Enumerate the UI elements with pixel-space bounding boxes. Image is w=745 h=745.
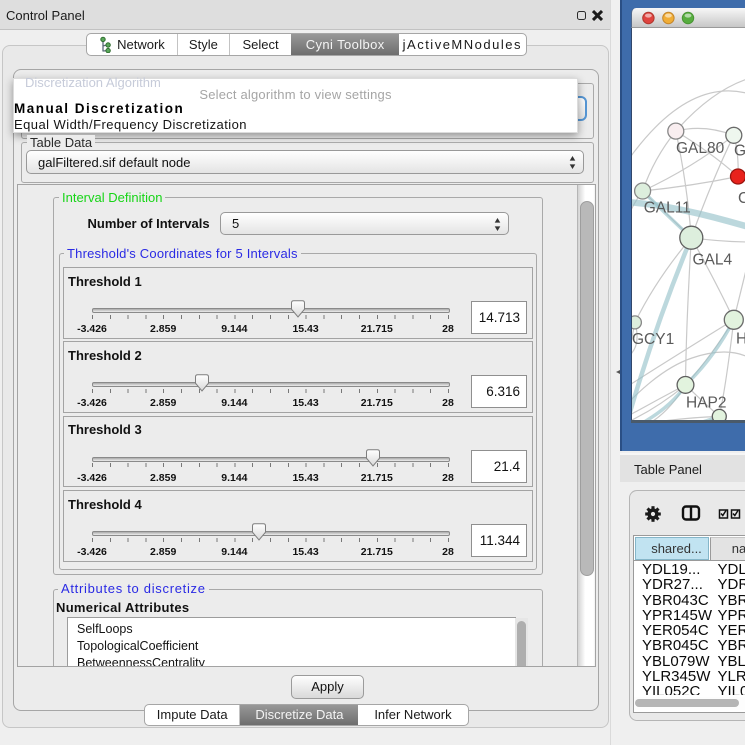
svg-text:GCY1: GCY1 bbox=[632, 331, 674, 348]
svg-text:HAP2: HAP2 bbox=[686, 395, 727, 412]
svg-text:H: H bbox=[736, 331, 745, 348]
svg-text:GAL11: GAL11 bbox=[643, 200, 690, 217]
svg-text:GAL4: GAL4 bbox=[692, 252, 732, 269]
svg-text:C: C bbox=[738, 190, 745, 207]
svg-text:G.: G. bbox=[734, 143, 745, 160]
svg-text:GAL80: GAL80 bbox=[676, 140, 725, 157]
